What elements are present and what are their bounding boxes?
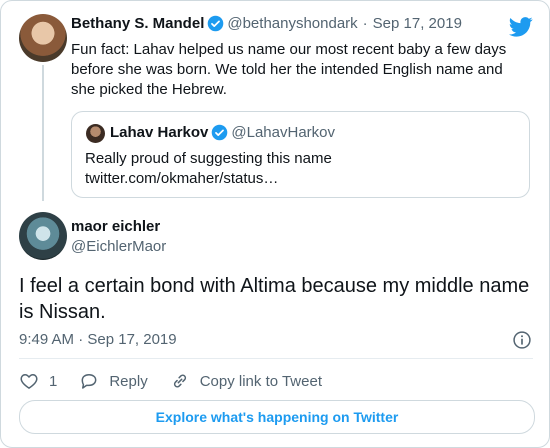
verified-badge-icon	[208, 15, 224, 32]
info-icon[interactable]	[512, 330, 532, 350]
tweet-date[interactable]: Sep 17, 2019	[373, 15, 462, 32]
main-tweet-text: I feel a certain bond with Altima becaus…	[19, 275, 530, 323]
quoted-tweet-text: Really proud of suggesting this name twi…	[85, 149, 505, 189]
quoted-text-line: Really proud of suggesting this name	[85, 150, 332, 167]
tweet-embed-card: Bethany S. Mandel @bethanyshondark · Sep…	[0, 0, 550, 448]
parent-tweet-text: Fun fact: Lahav helped us name our most …	[71, 41, 507, 98]
avatar	[86, 124, 105, 143]
avatar[interactable]	[19, 212, 67, 260]
author-handle: @LahavHarkov	[231, 124, 335, 141]
quoted-tweet[interactable]: Lahav Harkov @LahavHarkov Really proud o…	[71, 111, 530, 198]
reply-button[interactable]: Reply	[79, 371, 148, 391]
author-handle[interactable]: @bethanyshondark	[227, 15, 357, 32]
author-name: Lahav Harkov	[110, 124, 209, 141]
author-handle[interactable]: @EichlerMaor	[71, 238, 166, 255]
explore-button[interactable]: Explore what's happening on Twitter	[19, 400, 535, 434]
quoted-link: twitter.com/okmaher/status…	[85, 170, 279, 187]
copy-link-button[interactable]: Copy link to Tweet	[170, 371, 322, 391]
avatar[interactable]	[19, 14, 67, 62]
divider	[19, 358, 533, 359]
like-count: 1	[49, 372, 58, 390]
separator-dot: ·	[362, 15, 368, 32]
reply-bubble-icon	[81, 374, 97, 389]
like-button[interactable]: 1	[19, 371, 57, 391]
parent-tweet-header: Bethany S. Mandel @bethanyshondark · Sep…	[71, 15, 462, 32]
action-bar: 1 Reply Copy link to Tweet	[19, 370, 344, 392]
author-name[interactable]: Bethany S. Mandel	[71, 15, 204, 32]
reply-label: Reply	[109, 372, 148, 390]
thread-line	[42, 65, 44, 201]
link-icon	[173, 374, 186, 388]
copy-link-label: Copy link to Tweet	[199, 372, 322, 390]
quoted-tweet-header: Lahav Harkov @LahavHarkov	[110, 124, 335, 141]
tweet-timestamp[interactable]: 9:49 AM · Sep 17, 2019	[19, 331, 177, 348]
verified-badge-icon	[212, 124, 228, 141]
heart-icon	[20, 374, 38, 389]
twitter-bird-icon[interactable]	[509, 17, 533, 37]
author-name[interactable]: maor eichler	[71, 218, 160, 235]
